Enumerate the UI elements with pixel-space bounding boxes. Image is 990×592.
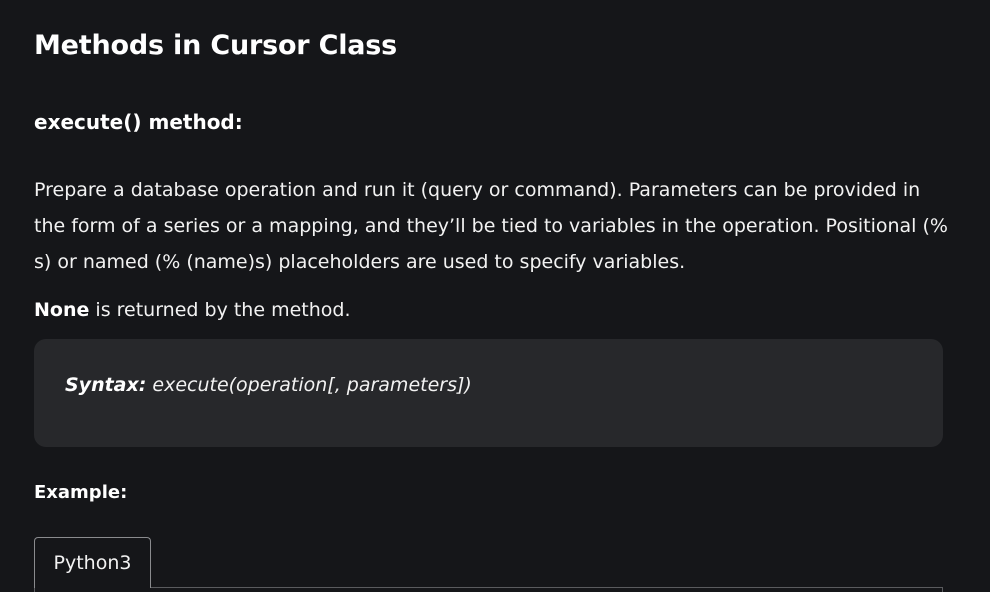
syntax-block: Syntax: execute(operation[, parameters]) xyxy=(34,339,943,447)
code-block-frame xyxy=(34,587,943,592)
page-title: Methods in Cursor Class xyxy=(34,30,398,61)
returns-rest: is returned by the method. xyxy=(89,299,351,321)
syntax-label: Syntax: xyxy=(65,374,147,396)
returns-text: None is returned by the method. xyxy=(34,292,351,328)
syntax-value: execute(operation[, parameters]) xyxy=(146,374,472,396)
tab-python3[interactable]: Python3 xyxy=(34,537,151,588)
method-heading: execute() method: xyxy=(34,110,243,134)
returns-value: None xyxy=(34,299,90,321)
method-description: Prepare a database operation and run it … xyxy=(34,179,948,273)
syntax-text: Syntax: execute(operation[, parameters]) xyxy=(65,374,472,396)
example-heading: Example: xyxy=(34,482,128,503)
article-page: Methods in Cursor Class execute() method… xyxy=(0,0,990,592)
